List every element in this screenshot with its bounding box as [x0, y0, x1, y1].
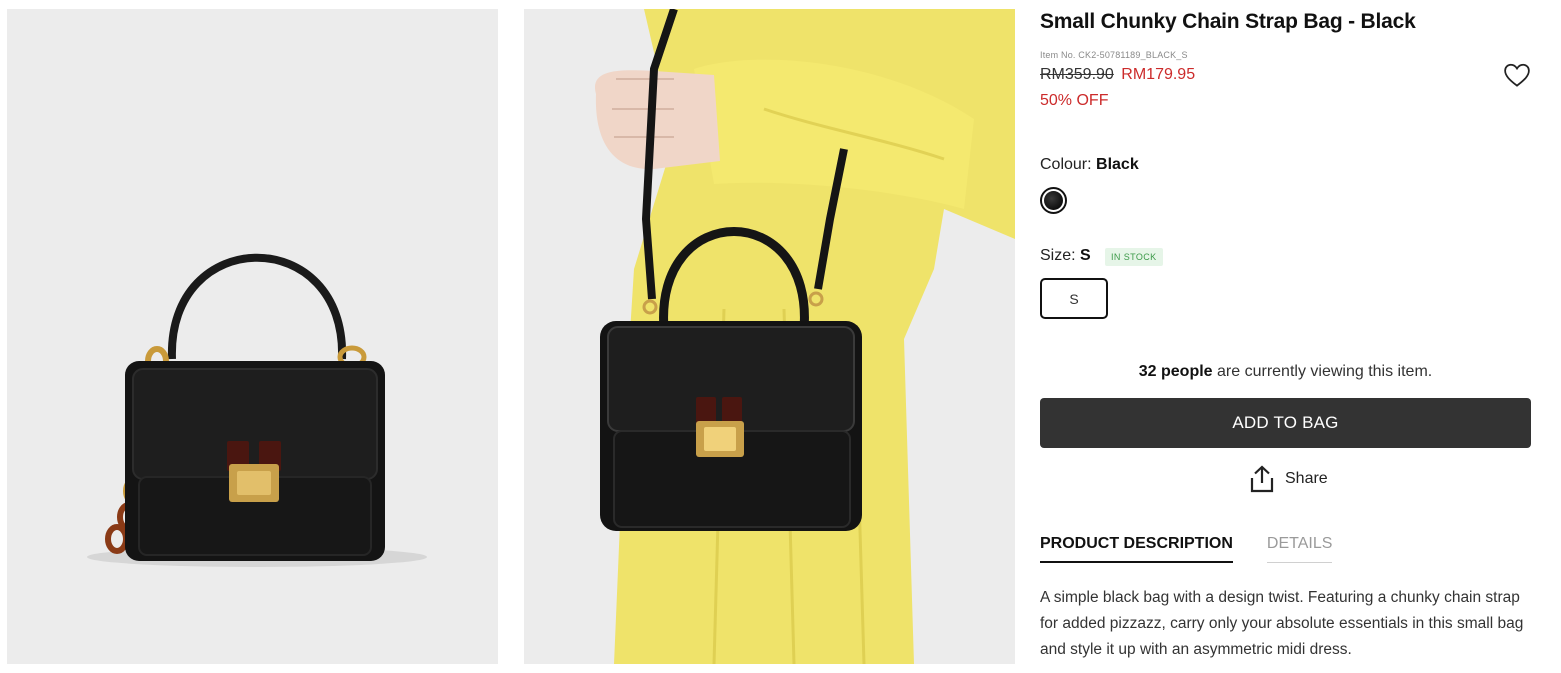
tab-product-description[interactable]: PRODUCT DESCRIPTION [1040, 535, 1233, 563]
product-info-panel: Small Chunky Chain Strap Bag - Black Ite… [1040, 0, 1532, 673]
add-to-bag-button[interactable]: ADD TO BAG [1040, 398, 1531, 448]
tab-details[interactable]: DETAILS [1266, 535, 1333, 563]
share-upload-icon [1250, 465, 1274, 493]
size-value: S [1080, 247, 1091, 264]
size-option-s[interactable]: S [1040, 278, 1108, 319]
colour-value: Black [1096, 156, 1139, 173]
viewing-count-text: are currently viewing this item. [1212, 363, 1433, 380]
colour-swatch-black[interactable] [1040, 187, 1067, 214]
model-handbag-illustration [524, 9, 1015, 664]
original-price: RM359.90 [1040, 66, 1114, 83]
product-title: Small Chunky Chain Strap Bag - Black [1040, 10, 1416, 33]
swatch-fill [1044, 191, 1063, 210]
item-number: Item No. CK2-50781189_BLACK_S [1040, 50, 1188, 60]
share-button[interactable]: Share [1249, 465, 1328, 493]
product-tabs: PRODUCT DESCRIPTION DETAILS [1040, 535, 1333, 563]
price-row: RM359.90 RM179.95 [1040, 66, 1195, 84]
product-description-text: A simple black bag with a design twist. … [1040, 589, 1524, 658]
wishlist-button[interactable] [1502, 60, 1532, 90]
discount-label: 50% OFF [1040, 92, 1109, 109]
viewing-count: 32 people are currently viewing this ite… [1040, 363, 1531, 381]
product-image-front[interactable] [7, 9, 498, 664]
colour-label-text: Colour: [1040, 156, 1092, 173]
handbag-illustration [7, 9, 498, 664]
sale-price: RM179.95 [1121, 66, 1196, 83]
stock-badge: IN STOCK [1105, 248, 1163, 266]
product-image-model[interactable] [524, 9, 1015, 664]
colour-label: Colour: Black [1040, 156, 1139, 174]
share-label: Share [1285, 470, 1328, 487]
heart-outline-icon [1504, 63, 1530, 87]
size-label-text: Size: [1040, 247, 1076, 264]
viewing-count-number: 32 people [1138, 363, 1213, 380]
size-label: Size: S [1040, 247, 1091, 265]
